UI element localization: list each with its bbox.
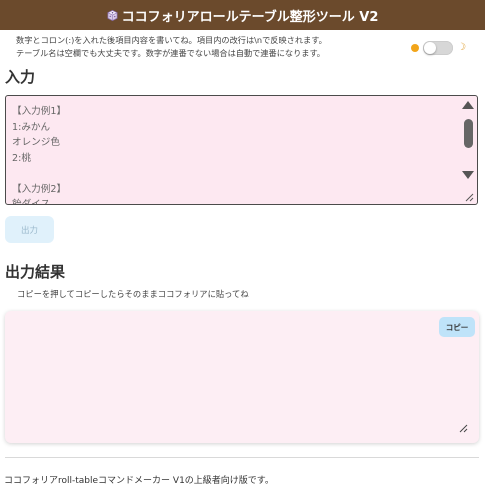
textarea-scrollbar[interactable] bbox=[461, 99, 475, 202]
app-header: ココフォリアロールテーブル整形ツール V2 bbox=[0, 0, 485, 30]
theme-toggle[interactable]: ☽ bbox=[411, 40, 477, 56]
footer-divider bbox=[5, 457, 479, 458]
result-hint: コピーを押してコピーしたらそのままココフォリアに貼ってね bbox=[17, 289, 249, 299]
resize-handle-icon[interactable] bbox=[458, 423, 468, 433]
instruction-line-1: 数字とコロン(:)を入れた後項目内容を書いてね。項目内の改行は\nで反映されます… bbox=[16, 35, 327, 45]
instructions: 数字とコロン(:)を入れた後項目内容を書いてね。項目内の改行は\nで反映されます… bbox=[16, 34, 396, 60]
resize-handle-icon[interactable] bbox=[464, 192, 474, 202]
input-textarea[interactable]: 【入力例1】 1:みかん オレンジ色 2:桃 【入力例2】 飴ダイス bbox=[5, 95, 478, 205]
scroll-down-arrow-icon[interactable] bbox=[462, 171, 474, 179]
scroll-up-arrow-icon[interactable] bbox=[462, 101, 474, 109]
moon-icon: ☽ bbox=[457, 42, 466, 53]
scroll-thumb[interactable] bbox=[464, 119, 473, 148]
copy-button[interactable]: コピー bbox=[439, 317, 475, 337]
result-section-title: 出力結果 bbox=[5, 263, 66, 281]
instruction-line-2: テーブル名は空欄でも大丈夫です。数字が連番でない場合は自動で連番になります。 bbox=[16, 48, 325, 58]
output-textarea[interactable]: コピー bbox=[5, 311, 479, 443]
output-button[interactable]: 出力 bbox=[5, 216, 54, 243]
input-section-title: 入力 bbox=[5, 68, 36, 86]
dice-icon bbox=[106, 9, 118, 21]
sun-icon bbox=[411, 44, 419, 52]
app-title: ココフォリアロールテーブル整形ツール V2 bbox=[121, 9, 379, 25]
switch-knob bbox=[424, 42, 436, 54]
footer-text: ココフォリアroll-tableコマンドメーカー V1の上級者向け版です。 bbox=[4, 476, 274, 486]
theme-switch[interactable] bbox=[423, 41, 453, 55]
input-textarea-value[interactable]: 【入力例1】 1:みかん オレンジ色 2:桃 【入力例2】 飴ダイス bbox=[12, 104, 66, 204]
